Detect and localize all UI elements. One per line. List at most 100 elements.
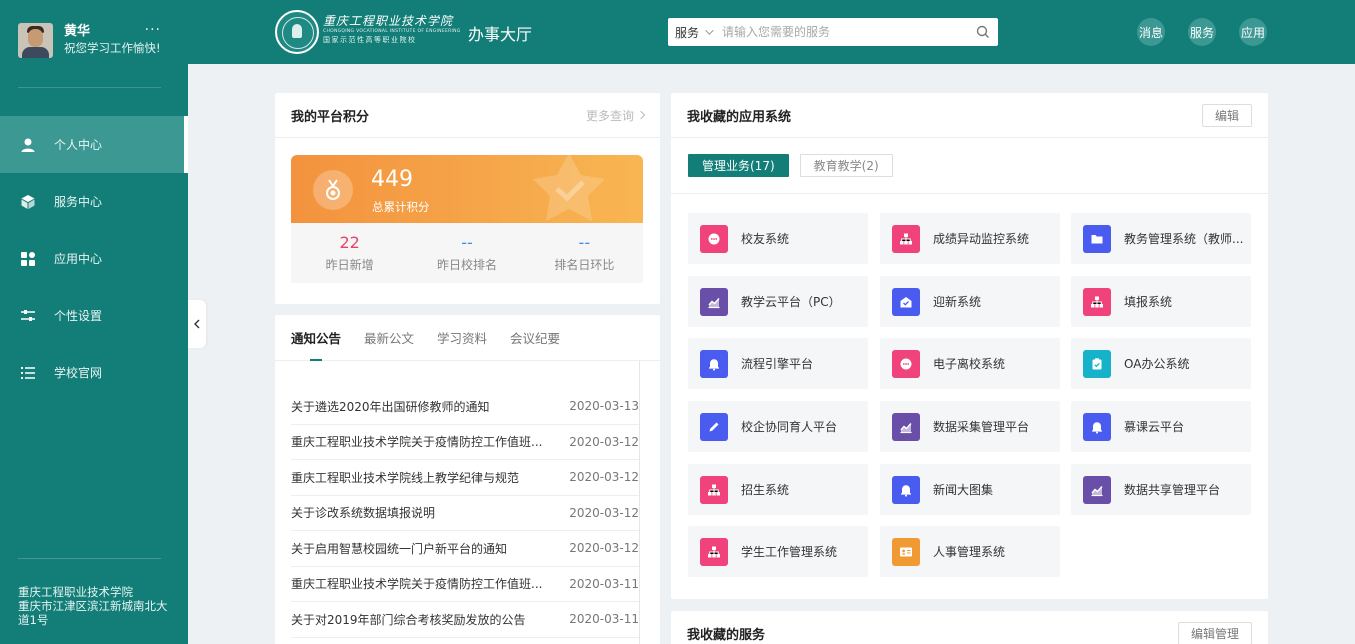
school-seal-logo[interactable] xyxy=(275,10,319,54)
sidebar-item-service-center[interactable]: 服务中心 xyxy=(0,173,188,230)
notice-item[interactable]: 关于对2019年部门综合考核奖励发放的公告 2020-03-11 xyxy=(291,602,639,638)
search-scope-select[interactable]: 服务 xyxy=(668,24,718,41)
app-name: 电子离校系统 xyxy=(933,357,1006,371)
notice-title[interactable]: 关于对2019年部门综合考核奖励发放的公告 xyxy=(291,611,551,628)
notice-title[interactable]: 关于诊改系统数据填报说明 xyxy=(291,504,551,521)
app-name: OA办公系统 xyxy=(1124,357,1190,371)
app-tile[interactable]: 新闻大图集 xyxy=(880,464,1060,515)
notice-date: 2020-03-12 xyxy=(569,434,639,449)
app-tile[interactable]: 人事管理系统 xyxy=(880,526,1060,577)
sidebar: 黄华 祝您学习工作愉快! ··· 个人中心 服务中心 应用中心个性设置学校官网 重庆… xyxy=(0,0,188,644)
app-tile[interactable]: OA办公系统 xyxy=(1071,338,1251,389)
notice-item[interactable]: 重庆工程职业技术学院关于疫情防控工作值班... 2020-03-11 xyxy=(291,567,639,602)
app-tile[interactable]: 教学云平台（PC） xyxy=(688,276,868,327)
app-tile[interactable]: 流程引擎平台 xyxy=(688,338,868,389)
user-profile: 黄华 祝您学习工作愉快! ··· xyxy=(0,0,188,87)
app-name: 新闻大图集 xyxy=(933,483,994,497)
avatar[interactable] xyxy=(18,23,53,58)
points-card-header: 我的平台积分 更多查询 xyxy=(275,93,660,138)
sidebar-item-personal-settings[interactable]: 个性设置 xyxy=(0,287,188,344)
sidebar-item-app-center[interactable]: 应用中心 xyxy=(0,230,188,287)
sidebar-collapse-button[interactable] xyxy=(188,300,206,348)
more-query-link[interactable]: 更多查询 xyxy=(585,107,646,124)
notice-title[interactable]: 重庆工程职业技术学院线上教学纪律与规范 xyxy=(291,469,551,486)
app-name: 人事管理系统 xyxy=(933,545,1006,559)
medal-icon xyxy=(313,170,353,210)
notice-title[interactable]: 关于遴选2020年出国研修教师的通知 xyxy=(291,398,551,415)
messages-button[interactable]: 消息 xyxy=(1137,18,1165,46)
total-points-label: 总累计积分 xyxy=(372,200,430,214)
notice-item[interactable]: 重庆工程职业技术学院关于疫情防控工作值班... 2020-03-12 xyxy=(291,425,639,460)
app-tile[interactable]: 数据共享管理平台 xyxy=(1071,464,1251,515)
notice-title[interactable]: 重庆工程职业技术学院关于疫情防控工作值班... xyxy=(291,433,551,450)
app-tile[interactable]: 成绩异动监控系统 xyxy=(880,213,1060,264)
app-tile[interactable]: 电子离校系统 xyxy=(880,338,1060,389)
app-tile[interactable]: 数据采集管理平台 xyxy=(880,401,1060,452)
clipboard-check-icon xyxy=(1083,349,1111,378)
chart-icon xyxy=(700,287,728,316)
more-icon[interactable]: ··· xyxy=(145,22,161,38)
notice-title[interactable]: 重庆工程职业技术学院关于疫情防控工作值班... xyxy=(291,575,551,592)
points-banner: 449 总累计积分 xyxy=(291,155,643,223)
tab-study-materials[interactable]: 学习资料 xyxy=(437,315,487,361)
chat-icon xyxy=(700,224,728,253)
services-button[interactable]: 服务 xyxy=(1188,18,1216,46)
org-chart-icon xyxy=(1083,287,1111,316)
more-query-label: 更多查询 xyxy=(585,108,634,123)
stat-label: 昨日校排名 xyxy=(436,258,497,272)
app-category-tabs: 管理业务(17) 教育教学(2) xyxy=(671,138,1268,194)
notice-title[interactable]: 关于启用智慧校园统一门户新平台的通知 xyxy=(291,540,551,557)
app-tile[interactable]: 迎新系统 xyxy=(880,276,1060,327)
bell-icon xyxy=(700,349,728,378)
notice-item[interactable]: 关于遴选2020年出国研修教师的通知 2020-03-13 xyxy=(291,389,639,425)
apps-icon xyxy=(19,250,36,267)
search-button[interactable] xyxy=(968,25,998,39)
tab-notices[interactable]: 通知公告 xyxy=(291,315,341,361)
tab-latest-documents[interactable]: 最新公文 xyxy=(364,315,414,361)
search-input[interactable] xyxy=(718,20,968,44)
favorite-services-title: 我收藏的服务 xyxy=(687,628,766,643)
id-card-icon xyxy=(892,537,920,566)
app-name: 流程引擎平台 xyxy=(741,357,814,371)
stat-yesterday-new: 22 昨日新增 xyxy=(291,223,408,283)
app-name: 慕课云平台 xyxy=(1124,420,1185,434)
app-tile[interactable]: 校企协同育人平台 xyxy=(688,401,868,452)
search-scope-label: 服务 xyxy=(675,25,700,40)
notice-item[interactable]: 重庆工程职业技术学院线上教学纪律与规范 2020-03-12 xyxy=(291,460,639,496)
user-icon xyxy=(19,136,36,153)
chart-icon xyxy=(892,412,920,441)
edit-services-button[interactable]: 编辑管理 xyxy=(1177,622,1252,644)
sidebar-item-label: 个性设置 xyxy=(54,309,103,323)
sidebar-footer-divider xyxy=(18,558,161,559)
app-name: 校友系统 xyxy=(741,232,790,246)
edit-apps-button[interactable]: 编辑 xyxy=(1201,103,1252,127)
category-management[interactable]: 管理业务(17) xyxy=(688,154,789,177)
notice-date: 2020-03-11 xyxy=(569,576,639,591)
chevron-right-icon xyxy=(636,110,646,120)
app-name: 数据采集管理平台 xyxy=(933,420,1030,434)
sidebar-footer: 重庆工程职业技术学院 重庆市江津区滨江新城南北大道1号 xyxy=(18,585,168,627)
sidebar-item-label: 学校官网 xyxy=(54,366,103,380)
favorite-apps-header: 我收藏的应用系统 编辑 xyxy=(671,93,1268,138)
pencil-icon xyxy=(700,412,728,441)
notice-item[interactable]: 关于诊改系统数据填报说明 2020-03-12 xyxy=(291,496,639,531)
list-icon xyxy=(19,364,36,381)
notice-item[interactable]: 关于启用智慧校园统一门户新平台的通知 2020-03-12 xyxy=(291,531,639,567)
app-tile[interactable]: 教务管理系统（教师... xyxy=(1071,213,1251,264)
app-tile[interactable]: 慕课云平台 xyxy=(1071,401,1251,452)
app-tile[interactable]: 校友系统 xyxy=(688,213,868,264)
tab-meeting-minutes[interactable]: 会议纪要 xyxy=(510,315,560,361)
sidebar-item-school-website[interactable]: 学校官网 xyxy=(0,344,188,401)
notices-card: 通知公告 最新公文 学习资料 会议纪要 关于遴选2020年出国研修教师的通知 20… xyxy=(275,315,660,644)
app-name: 教学云平台（PC） xyxy=(741,295,841,309)
apps-button[interactable]: 应用 xyxy=(1239,18,1267,46)
app-name: 教务管理系统（教师... xyxy=(1124,232,1244,246)
app-tile[interactable]: 填报系统 xyxy=(1071,276,1251,327)
page-title: 办事大厅 xyxy=(468,25,533,44)
app-tile[interactable]: 招生系统 xyxy=(688,464,868,515)
app-tile[interactable]: 学生工作管理系统 xyxy=(688,526,868,577)
sidebar-item-personal-center[interactable]: 个人中心 xyxy=(0,116,188,173)
stat-label: 排名日环比 xyxy=(554,258,615,272)
category-teaching[interactable]: 教育教学(2) xyxy=(799,154,893,177)
org-chart-icon xyxy=(700,475,728,504)
